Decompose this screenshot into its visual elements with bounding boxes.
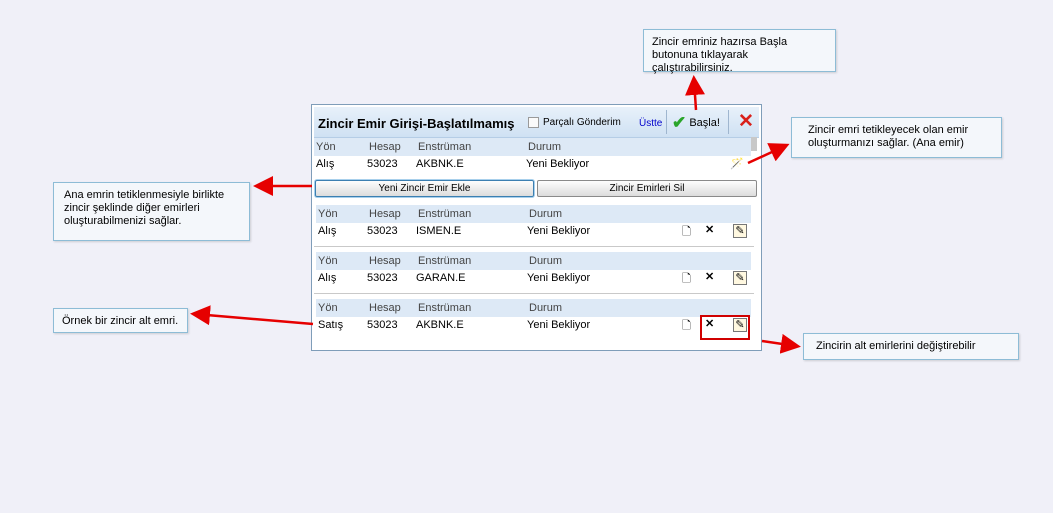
arrow-modify [761, 333, 801, 354]
annotation-arrows [190, 75, 801, 354]
arrow-example [190, 305, 314, 326]
arrow-start [685, 75, 705, 111]
arrow-trigger [747, 143, 790, 165]
